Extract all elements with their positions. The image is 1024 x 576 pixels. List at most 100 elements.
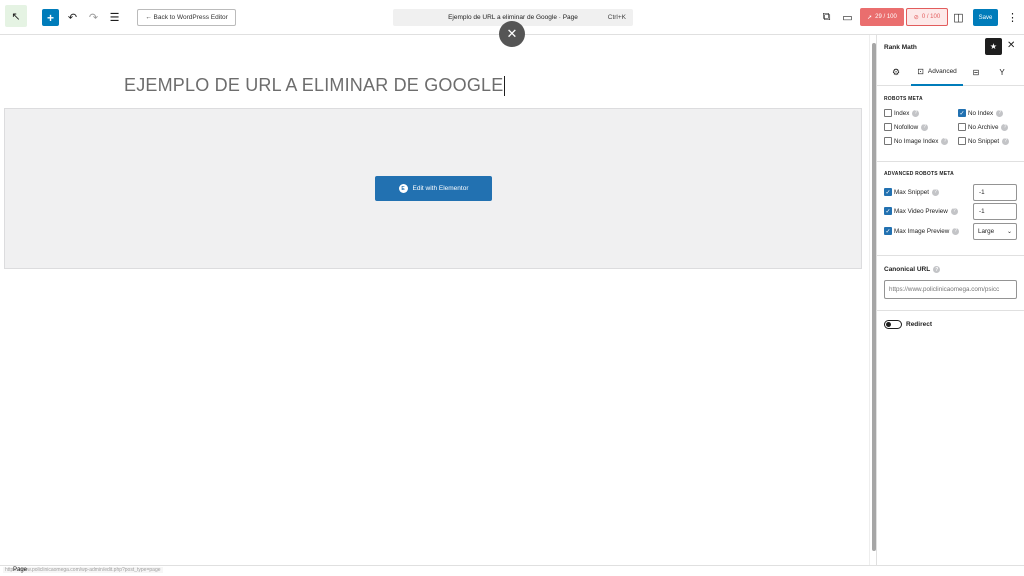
redo-icon: ↷ (88, 12, 99, 24)
checkbox-label: Max Image Preview (894, 227, 950, 235)
command-title: Ejemplo de URL a eliminar de Google · Pa… (448, 14, 578, 21)
help-icon[interactable]: ? (932, 188, 940, 196)
star-icon: ★ (989, 42, 998, 51)
tab-schema[interactable]: ⊟ (965, 59, 987, 86)
device-preview-button[interactable]: ▭ (839, 9, 856, 26)
max-video-preview-input[interactable]: -1 (973, 203, 1017, 220)
tab-social[interactable]: Y (991, 59, 1013, 86)
canonical-url-heading: Canonical URL? (884, 266, 941, 273)
desktop-icon: ▭ (842, 12, 853, 24)
sidebar-tabs: ⚙ ⊡ Advanced ⊟ Y (877, 59, 1024, 86)
advanced-robots-meta-heading: ADVANCED ROBOTS META (884, 171, 954, 177)
checkbox-label: No Index (968, 109, 994, 117)
checkbox-box-checked[interactable]: ✓ (884, 227, 892, 235)
edit-with-elementor-button[interactable]: E Edit with Elementor (375, 176, 492, 201)
checkbox-label: No Archive (968, 123, 999, 131)
checkbox-no-snippet[interactable]: No Snippet? (958, 137, 1010, 145)
checkbox-box[interactable] (884, 123, 892, 131)
arrow-up-left-icon: ↖ (11, 10, 21, 23)
gear-icon: ⚙ (891, 67, 901, 77)
add-block-button[interactable]: + (42, 9, 59, 26)
tab-general[interactable]: ⚙ (885, 59, 907, 86)
site-logo-button[interactable]: ↖ (5, 5, 27, 27)
help-icon[interactable]: ? (912, 109, 920, 117)
divider (877, 255, 1024, 256)
social-share-icon: Y (999, 68, 1005, 77)
checkbox-box[interactable] (884, 109, 892, 117)
close-sidebar-button[interactable]: ✕ (1007, 40, 1015, 51)
close-icon: ✕ (506, 26, 518, 41)
view-post-button[interactable]: ⧉ (818, 9, 835, 26)
help-icon[interactable]: ? (941, 137, 949, 145)
checkbox-box-checked[interactable]: ✓ (884, 207, 892, 215)
external-link-icon: ⧉ (822, 11, 831, 23)
breadcrumb-page[interactable]: Page (13, 567, 27, 573)
tab-advanced[interactable]: ⊡ Advanced (911, 59, 963, 86)
more-vertical-icon: ⋮ (1007, 12, 1018, 24)
close-overlay-button[interactable]: ✕ (499, 21, 525, 47)
post-title-text: EJEMPLO DE URL A ELIMINAR DE GOOGLE (124, 75, 504, 95)
max-image-preview-select[interactable]: Large ⌄ (973, 223, 1017, 240)
help-icon[interactable]: ? (933, 266, 941, 273)
plus-icon: + (46, 10, 54, 25)
checkbox-nofollow[interactable]: Nofollow? (884, 123, 929, 131)
readability-score-badge[interactable]: ⊘ 0 / 100 (906, 8, 948, 26)
canvas-scrollbar[interactable] (869, 35, 876, 565)
document-overview-button[interactable]: ☰ (106, 9, 123, 26)
checkbox-box[interactable] (884, 137, 892, 145)
readability-score: 0 / 100 (921, 14, 941, 20)
checkbox-box[interactable] (958, 123, 966, 131)
pin-sidebar-button[interactable]: ★ (985, 38, 1002, 55)
schema-icon: ⊟ (972, 68, 980, 77)
redo-button[interactable]: ↷ (85, 9, 102, 26)
sidebar-icon: ◫ (953, 12, 964, 24)
help-icon[interactable]: ? (1001, 123, 1009, 131)
editor-canvas: EJEMPLO DE URL A ELIMINAR DE GOOGLE E Ed… (0, 35, 870, 565)
divider (877, 310, 1024, 311)
checkbox-no-archive[interactable]: No Archive? (958, 123, 1009, 131)
help-icon[interactable]: ? (952, 227, 960, 235)
redirect-toggle[interactable] (884, 320, 902, 329)
robots-meta-heading: ROBOTS META (884, 96, 923, 102)
checkbox-box[interactable] (958, 137, 966, 145)
elementor-icon: E (398, 184, 408, 193)
command-shortcut: Ctrl+K (607, 14, 626, 21)
help-icon[interactable]: ? (921, 123, 929, 131)
block-icon: ⊘ (913, 14, 919, 21)
undo-icon: ↶ (67, 12, 78, 24)
sidebar-title: Rank Math (884, 44, 917, 51)
help-icon[interactable]: ? (950, 207, 958, 215)
canonical-url-input[interactable]: https://www.policlinicaomega.com/psicc (884, 280, 1017, 299)
undo-button[interactable]: ↶ (64, 9, 81, 26)
text-caret (504, 76, 506, 97)
settings-sidebar-toggle[interactable]: ◫ (950, 9, 967, 26)
checkbox-box-checked[interactable]: ✓ (884, 188, 892, 196)
trend-icon: ➚ (867, 14, 873, 21)
options-menu-button[interactable]: ⋮ (1004, 9, 1021, 26)
seo-score-badge[interactable]: ➚ 29 / 100 (860, 8, 904, 26)
help-icon[interactable]: ? (1002, 137, 1010, 145)
checkbox-max-snippet[interactable]: ✓ Max Snippet? (884, 188, 940, 196)
edit-with-elementor-label: Edit with Elementor (412, 185, 469, 192)
checkbox-label: Max Snippet (894, 188, 930, 196)
save-button[interactable]: Save (973, 9, 998, 26)
checkbox-label: Index (894, 109, 910, 117)
list-view-icon: ☰ (109, 12, 120, 24)
checkbox-box-checked[interactable]: ✓ (958, 109, 966, 117)
help-icon[interactable]: ? (996, 109, 1004, 117)
briefcase-icon: ⊡ (917, 67, 924, 76)
max-snippet-input[interactable]: -1 (973, 184, 1017, 201)
checkbox-max-image-preview[interactable]: ✓ Max Image Preview? (884, 227, 960, 235)
checkbox-max-video-preview[interactable]: ✓ Max Video Preview? (884, 207, 958, 215)
chevron-down-icon: ⌄ (1006, 229, 1012, 235)
post-title-input[interactable]: EJEMPLO DE URL A ELIMINAR DE GOOGLE (124, 75, 506, 97)
redirect-label: Redirect (906, 321, 933, 328)
back-to-wordpress-editor-button[interactable]: ← Back to WordPress Editor (137, 9, 236, 26)
sidebar-header: Rank Math ★ ✕ (877, 35, 1024, 59)
checkbox-label: No Snippet (968, 137, 1000, 145)
checkbox-index[interactable]: Index? (884, 109, 920, 117)
checkbox-label: Max Video Preview (894, 207, 948, 215)
checkbox-label: No Image Index (894, 137, 939, 145)
checkbox-no-index[interactable]: ✓ No Index? (958, 109, 1004, 117)
checkbox-no-image-index[interactable]: No Image Index? (884, 137, 949, 145)
